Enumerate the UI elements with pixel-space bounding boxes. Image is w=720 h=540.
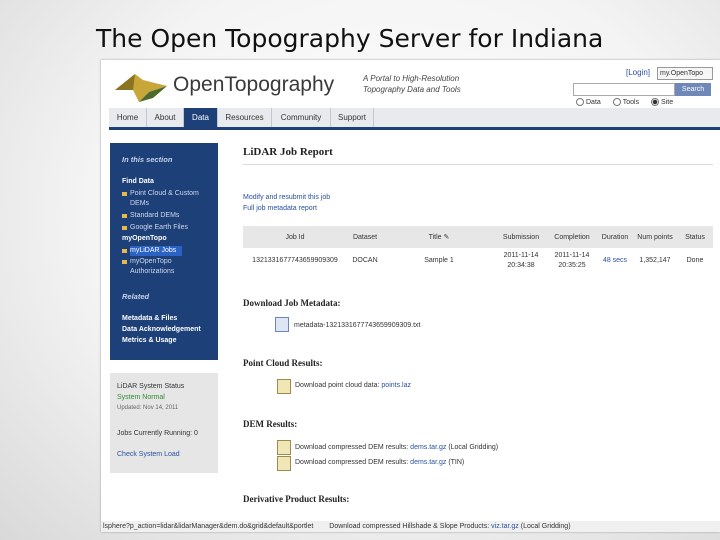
col-submission: Submission <box>495 226 547 248</box>
tab-about[interactable]: About <box>147 108 184 127</box>
col-duration: Duration <box>597 226 633 248</box>
cell-completion: 2011-11-14 20:35:25 <box>554 252 590 269</box>
dem-download-local: Download compressed DEM results: dems.ta… <box>295 444 499 451</box>
modify-job-link[interactable]: Modify and resubmit this job <box>243 194 330 201</box>
bullet-icon <box>122 249 127 253</box>
cell-duration[interactable]: 48 secs <box>597 248 633 274</box>
bullet-icon <box>122 214 127 218</box>
tagline: A Portal to High-Resolution Topography D… <box>363 74 461 94</box>
sidebar-item-metadata[interactable]: Metadata & Files <box>122 314 177 324</box>
col-completion: Completion <box>547 226 597 248</box>
point-cloud-heading: Point Cloud Results: <box>243 358 323 368</box>
col-dataset: Dataset <box>347 226 383 248</box>
metadata-file-link[interactable]: metadata-1321331677743659909309.txt <box>294 322 421 329</box>
cell-title: Sample 1 <box>424 257 454 264</box>
radio-dot-icon <box>612 98 621 106</box>
radio-data[interactable]: Data <box>576 98 601 106</box>
sidebar-related-heading: Related <box>122 292 150 301</box>
search-input[interactable] <box>573 83 675 96</box>
edit-icon[interactable]: ✎ <box>444 234 450 241</box>
status-value: System Normal <box>117 394 165 401</box>
archive-file-icon <box>277 379 291 394</box>
search-button[interactable]: Search <box>675 83 711 96</box>
cell-num-points: 1,352,147 <box>639 257 671 264</box>
my-opentopo-button[interactable]: my.OpenTopo <box>657 67 713 80</box>
cell-status: Done <box>686 257 704 264</box>
col-title: Title ✎ <box>383 226 495 248</box>
points-laz-link[interactable]: points.laz <box>381 382 411 389</box>
text-file-icon <box>275 317 289 332</box>
radio-dot-selected-icon <box>651 98 660 106</box>
sidebar-section-heading: In this section <box>122 155 173 164</box>
dem-download-tin: Download compressed DEM results: dems.ta… <box>295 459 465 466</box>
browser-status-bar: lsphere?p_action=lidar&lidarManager&dem.… <box>101 521 720 532</box>
archive-file-icon <box>277 456 291 471</box>
sidebar: In this section Find Data Point Cloud & … <box>110 143 218 360</box>
sidebar-my-opentopo[interactable]: myOpenTopo <box>122 234 167 244</box>
brand-name: OpenTopography <box>173 73 335 96</box>
cell-job-id: 1321331677743659909309 <box>252 257 338 264</box>
check-system-load-link[interactable]: Check System Load <box>117 451 180 458</box>
system-status-box: LiDAR System Status System Normal Update… <box>110 373 218 473</box>
slide-title: The Open Topography Server for Indiana <box>96 24 604 53</box>
sidebar-item-acknowledgement[interactable]: Data Acknowledgement <box>122 325 201 335</box>
sidebar-item-standard-dems[interactable]: Standard DEMs <box>122 211 179 221</box>
sidebar-item-authorizations[interactable]: myOpenTopo Authorizations <box>122 257 210 277</box>
dem-heading: DEM Results: <box>243 419 298 429</box>
bullet-icon <box>122 260 127 264</box>
metadata-report-link[interactable]: Full job metadata report <box>243 205 317 212</box>
status-updated: Updated: Nov 14, 2011 <box>117 405 179 411</box>
tab-resources[interactable]: Resources <box>218 108 272 127</box>
cell-submission: 2011-11-14 20:34:38 <box>503 252 539 269</box>
tab-home[interactable]: Home <box>109 108 147 127</box>
tab-community[interactable]: Community <box>272 108 331 127</box>
col-status: Status <box>677 226 713 248</box>
col-num-points: Num points <box>633 226 677 248</box>
tab-support[interactable]: Support <box>331 108 374 127</box>
derivative-download: Download compressed Hillshade & Slope Pr… <box>329 523 571 530</box>
job-table: Job Id Dataset Title ✎ Submission Comple… <box>243 226 713 274</box>
sidebar-item-mylidar-jobs[interactable]: myLiDAR Jobs <box>122 246 183 256</box>
bullet-icon <box>122 192 127 196</box>
radio-site[interactable]: Site <box>651 98 673 106</box>
opentopography-logo-icon <box>115 74 167 102</box>
archive-file-icon <box>277 440 291 455</box>
browser-screenshot: OpenTopography A Portal to High-Resoluti… <box>101 60 720 532</box>
login-link[interactable]: [Login] <box>626 68 650 77</box>
radio-tools[interactable]: Tools <box>612 98 639 106</box>
main-nav: Home About Data Resources Community Supp… <box>109 108 720 130</box>
search-scope-options: Data Tools Site <box>576 98 683 106</box>
divider <box>243 164 713 165</box>
col-job-id: Job Id <box>243 226 347 248</box>
table-row: 1321331677743659909309 DOCAN Sample 1 20… <box>243 248 713 274</box>
tab-data[interactable]: Data <box>184 108 218 127</box>
jobs-running: Jobs Currently Running: 0 <box>117 430 198 437</box>
dems-local-link[interactable]: dems.tar.gz <box>410 444 446 451</box>
bullet-icon <box>122 226 127 230</box>
sidebar-item-google-earth[interactable]: Google Earth Files <box>122 223 188 233</box>
status-title: LiDAR System Status <box>117 383 185 390</box>
download-metadata-heading: Download Job Metadata: <box>243 298 341 308</box>
page-title: LiDAR Job Report <box>243 146 333 158</box>
sidebar-find-data[interactable]: Find Data <box>122 177 154 187</box>
radio-dot-icon <box>576 98 584 106</box>
derivative-heading: Derivative Product Results: <box>243 494 350 504</box>
viz-link[interactable]: viz.tar.gz <box>491 523 519 530</box>
sidebar-item-point-cloud[interactable]: Point Cloud & Custom DEMs <box>122 189 214 209</box>
cell-dataset: DOCAN <box>352 257 378 264</box>
point-cloud-download: Download point cloud data: points.laz <box>295 382 411 389</box>
dems-tin-link[interactable]: dems.tar.gz <box>410 459 446 466</box>
sidebar-item-metrics[interactable]: Metrics & Usage <box>122 336 176 346</box>
